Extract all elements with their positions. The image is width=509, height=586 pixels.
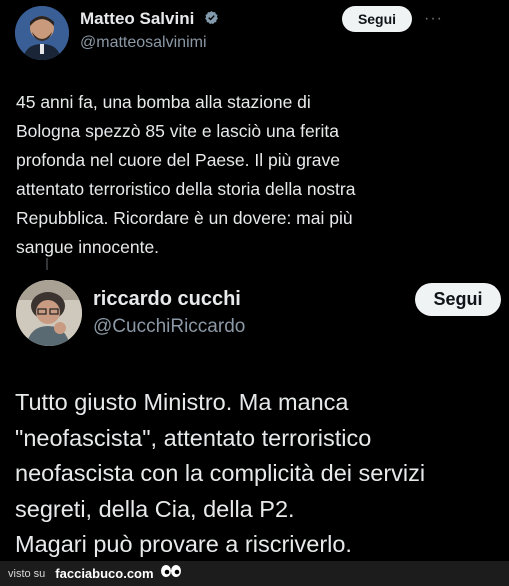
watermark-prefix: visto su — [8, 567, 46, 580]
avatar-salvini[interactable] — [15, 6, 69, 60]
more-options-icon[interactable]: ··· — [424, 10, 443, 28]
author-handle[interactable]: @CucchiRiccardo — [93, 316, 245, 338]
avatar-cucchi[interactable] — [16, 280, 82, 346]
tweet-text: 45 anni fa, una bomba alla stazione di B… — [16, 92, 356, 257]
author-name[interactable]: riccardo cucchi — [93, 288, 241, 311]
verified-badge-icon — [204, 10, 219, 30]
avatar-salvini-image — [15, 6, 69, 60]
follow-button[interactable]: Segui — [342, 6, 412, 32]
thread-connector — [46, 258, 48, 270]
author-name[interactable]: Matteo Salvini — [80, 9, 219, 30]
author-name-text: Matteo Salvini — [80, 9, 195, 28]
follow-button[interactable]: Segui — [415, 283, 501, 316]
author-handle[interactable]: @matteosalvinimi — [80, 34, 207, 52]
avatar-cucchi-image — [16, 280, 82, 346]
watermark-bar: visto su facciabuco.com — [0, 561, 509, 586]
tweet-text: Tutto giusto Ministro. Ma manca "neofasc… — [15, 389, 426, 557]
eyes-icon — [160, 564, 182, 583]
watermark-brand: facciabuco.com — [55, 566, 154, 581]
